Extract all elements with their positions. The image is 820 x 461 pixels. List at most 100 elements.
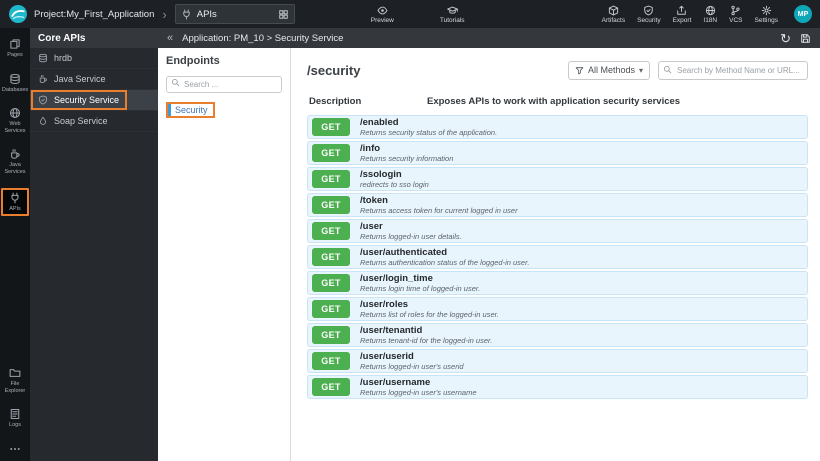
- rail-label: Logs: [9, 422, 21, 429]
- save-icon[interactable]: [800, 33, 811, 44]
- rail-label: Pages: [7, 52, 23, 58]
- method-badge[interactable]: GET: [312, 274, 350, 292]
- preview-button[interactable]: Preview: [371, 5, 394, 24]
- sidebar-item-label: Java Service: [54, 74, 106, 84]
- method-badge[interactable]: GET: [312, 352, 350, 370]
- main-content: /security All Methods ▾ Description Expo…: [291, 48, 820, 461]
- method-badge[interactable]: GET: [312, 378, 350, 396]
- method-badge[interactable]: GET: [312, 196, 350, 214]
- endpoint-item-label: Security: [175, 105, 208, 115]
- artifacts-button[interactable]: Artifacts: [602, 5, 625, 24]
- rail-item-pages[interactable]: Pages: [1, 36, 29, 61]
- api-search: [658, 60, 808, 80]
- description-row: Description Exposes APIs to work with ap…: [307, 96, 808, 107]
- endpoint-item-security[interactable]: Security: [166, 102, 215, 118]
- api-endpoint-row-token[interactable]: GET /token Returns access token for curr…: [307, 193, 808, 217]
- endpoint-description: Returns tenant-id for the logged-in user…: [360, 335, 493, 345]
- endpoint-path: /user/login_time: [360, 273, 433, 284]
- endpoint-description: Returns logged-in user's username: [360, 387, 477, 397]
- endpoint-path: /user/authenticated: [360, 247, 448, 258]
- i18n-label: I18N: [703, 16, 718, 24]
- method-badge[interactable]: GET: [312, 144, 350, 162]
- sidebar-item-hrdb[interactable]: hrdb: [30, 48, 158, 69]
- description-label: Description: [309, 96, 362, 107]
- tutorials-label: Tutorials: [439, 16, 465, 24]
- description-text: Exposes APIs to work with application se…: [427, 96, 681, 107]
- search-icon: [663, 65, 672, 74]
- sidebar-header: Core APIs: [30, 28, 158, 48]
- settings-button[interactable]: Settings: [755, 5, 778, 24]
- endpoint-description: Returns logged-in user details.: [360, 231, 462, 241]
- endpoints-search-input[interactable]: [166, 76, 282, 93]
- project-name[interactable]: Project:My_First_Application: [34, 9, 154, 20]
- refresh-icon[interactable]: ↻: [780, 32, 791, 45]
- endpoint-description: Returns access token for current logged …: [360, 205, 518, 215]
- i18n-button[interactable]: I18N: [703, 5, 717, 24]
- endpoint-description: Returns login time of logged-in user.: [360, 283, 481, 293]
- avatar[interactable]: MP: [794, 5, 812, 23]
- sidebar-item-security-service[interactable]: Security Service: [30, 90, 158, 111]
- sidebar-item-label: hrdb: [54, 53, 73, 63]
- api-endpoint-row-user-login-time[interactable]: GET /user/login_time Returns login time …: [307, 271, 808, 295]
- shield-icon: [643, 5, 654, 16]
- rail-item-databases[interactable]: Databases: [1, 71, 29, 96]
- tutorials-button[interactable]: Tutorials: [440, 5, 465, 24]
- endpoint-text: /enabled Returns security status of the …: [360, 118, 497, 137]
- api-endpoint-row-info[interactable]: GET /info Returns security information: [307, 141, 808, 165]
- left-rail: Pages Databases Web Services Java Servic…: [0, 28, 30, 461]
- api-endpoint-row-enabled[interactable]: GET /enabled Returns security status of …: [307, 115, 808, 139]
- shield-icon: [38, 95, 48, 105]
- database-icon: [38, 53, 48, 63]
- workspace-tab-apis[interactable]: APIs: [174, 4, 295, 24]
- method-badge[interactable]: GET: [312, 248, 350, 266]
- api-endpoint-row-ssologin[interactable]: GET /ssologin redirects to sso login: [307, 167, 808, 191]
- rail-item-logs[interactable]: Logs: [1, 406, 29, 431]
- caret-down-icon: ▾: [638, 65, 643, 75]
- export-button[interactable]: Export: [673, 5, 691, 24]
- method-badge[interactable]: GET: [312, 326, 350, 344]
- rail-item-more[interactable]: [1, 441, 29, 457]
- endpoint-path: /user/tenantid: [360, 325, 423, 336]
- rail-item-web-services[interactable]: Web Services: [1, 105, 29, 136]
- rail-item-file-explorer[interactable]: File Explorer: [1, 365, 29, 396]
- api-endpoint-row-user-authenticated[interactable]: GET /user/authenticated Returns authenti…: [307, 245, 808, 269]
- search-icon: [171, 78, 180, 87]
- api-endpoint-row-user-tenantid[interactable]: GET /user/tenantid Returns tenant-id for…: [307, 323, 808, 347]
- brand-logo-icon[interactable]: [8, 4, 28, 24]
- rail-label: Web Services: [4, 121, 26, 134]
- rail-item-apis[interactable]: APIs: [1, 187, 29, 217]
- workspace-tab-label: APIs: [196, 8, 217, 20]
- method-badge[interactable]: GET: [312, 300, 350, 318]
- endpoint-path: /enabled: [360, 117, 399, 128]
- sidebar-item-soap-service[interactable]: Soap Service: [30, 111, 158, 132]
- preview-label: Preview: [370, 16, 394, 24]
- endpoint-text: /user/userid Returns logged-in user's us…: [360, 352, 464, 371]
- collapse-panel-button[interactable]: «: [167, 32, 173, 44]
- sidebar-item-java-service[interactable]: Java Service: [30, 69, 158, 90]
- methods-filter-dropdown[interactable]: All Methods ▾: [567, 60, 650, 80]
- method-badge[interactable]: GET: [312, 170, 350, 188]
- endpoint-text: /user/login_time Returns login time of l…: [360, 274, 480, 293]
- dots-icon: [9, 443, 21, 455]
- api-endpoint-row-user[interactable]: GET /user Returns logged-in user details…: [307, 219, 808, 243]
- api-endpoint-row-user-username[interactable]: GET /user/username Returns logged-in use…: [307, 375, 808, 399]
- api-endpoint-row-user-roles[interactable]: GET /user/roles Returns list of roles fo…: [307, 297, 808, 321]
- api-endpoint-row-user-userid[interactable]: GET /user/userid Returns logged-in user'…: [307, 349, 808, 373]
- sidebar-item-label: Soap Service: [54, 116, 108, 126]
- api-search-input[interactable]: [658, 61, 808, 80]
- endpoint-path: /ssologin: [360, 169, 402, 180]
- vcs-button[interactable]: VCS: [729, 5, 743, 24]
- export-icon: [676, 5, 687, 16]
- api-icon: [9, 192, 21, 204]
- endpoint-path: /token: [360, 195, 388, 206]
- method-badge[interactable]: GET: [312, 222, 350, 240]
- security-button[interactable]: Security: [637, 5, 661, 24]
- sidebar-title: Core APIs: [38, 32, 86, 44]
- endpoint-text: /user Returns logged-in user details.: [360, 222, 462, 241]
- method-badge[interactable]: GET: [312, 118, 350, 136]
- grid-icon[interactable]: [278, 9, 289, 20]
- endpoint-path: /user/userid: [360, 351, 414, 362]
- application-bar: « Application: PM_10 > Security Service …: [158, 28, 820, 48]
- endpoints-search: [166, 74, 282, 93]
- rail-item-java-services[interactable]: Java Services: [1, 146, 29, 177]
